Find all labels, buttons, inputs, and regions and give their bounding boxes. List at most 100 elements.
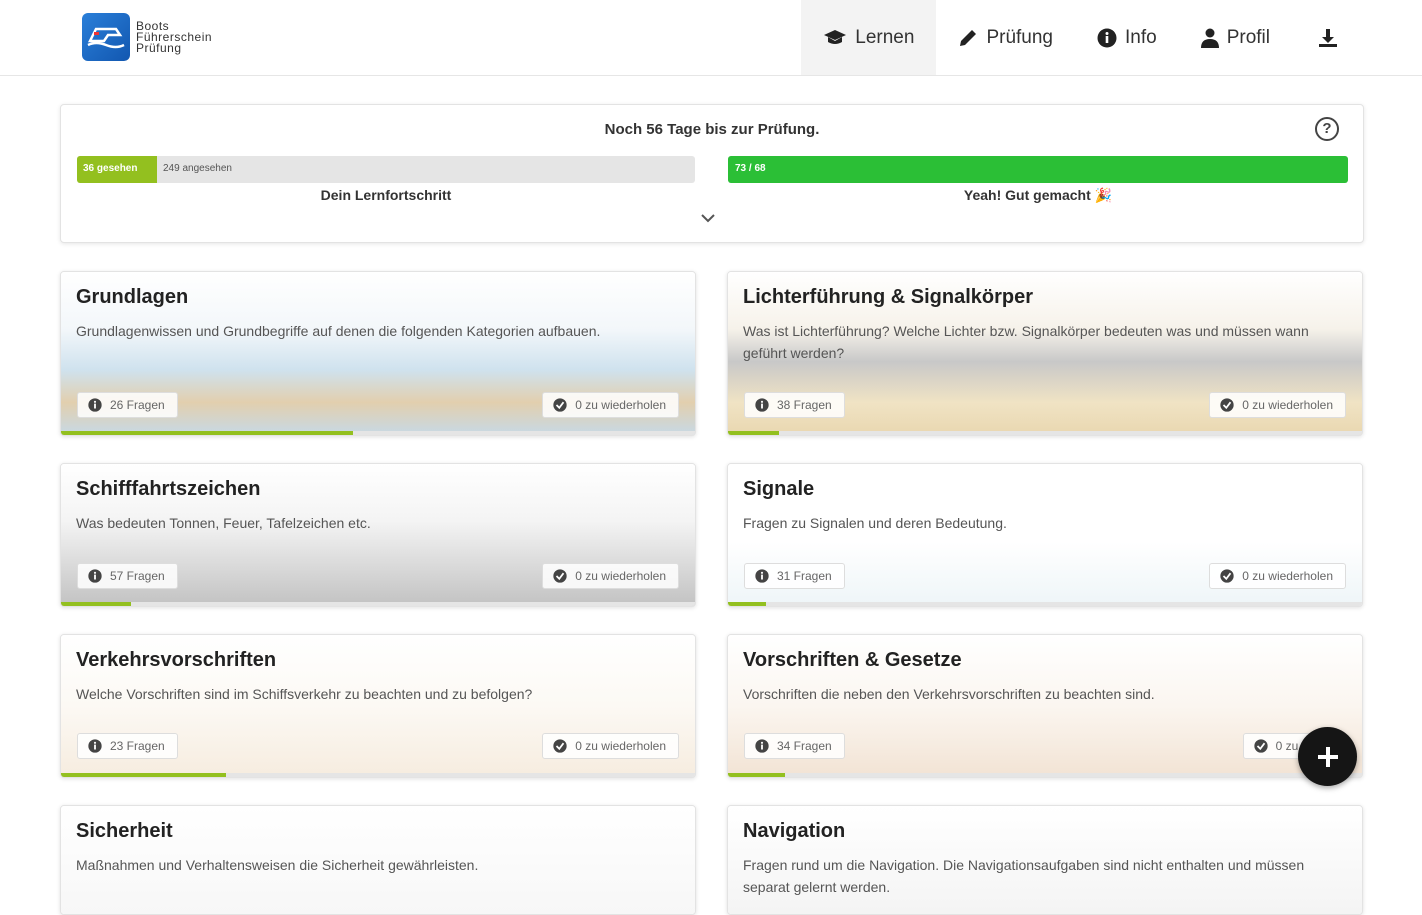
- category-progress-fill: [61, 431, 353, 435]
- nav-item-profil[interactable]: Profil: [1179, 0, 1292, 75]
- question-count-chip: 34 Fragen: [744, 733, 845, 759]
- question-count: 26 Fragen: [110, 398, 165, 412]
- category-progress-track: [728, 431, 1362, 435]
- pencil-icon: [960, 29, 977, 46]
- category-title: Navigation: [743, 820, 846, 842]
- nav-item-info[interactable]: Info: [1075, 0, 1179, 75]
- score-caption: Yeah! Gut gemacht 🎉: [963, 187, 1113, 203]
- logo-line: Prüfung: [136, 40, 182, 55]
- repeat-count: 0 zu wiederholen: [575, 569, 666, 583]
- question-count-chip: 57 Fragen: [77, 563, 178, 589]
- plus-icon: [1317, 746, 1338, 767]
- logo-text: Boots Führerschein Prüfung: [136, 20, 212, 55]
- check-circle-icon: [1220, 569, 1234, 583]
- category-progress-fill: [61, 773, 226, 777]
- question-count: 23 Fragen: [110, 739, 165, 753]
- question-count-chip: 26 Fragen: [77, 392, 178, 418]
- learn-caption: Dein Lernfortschritt: [320, 187, 452, 203]
- category-description: Was ist Lichterführung? Welche Lichter b…: [743, 323, 1309, 361]
- main-nav: Lernen Prüfung Info Profil: [801, 0, 1358, 75]
- category-description: Vorschriften die neben den Verkehrsvorsc…: [743, 686, 1155, 702]
- nav-label: Lernen: [855, 26, 915, 48]
- category-title: Grundlagen: [76, 286, 189, 308]
- category-card[interactable]: Verkehrsvorschriften Welche Vorschriften…: [60, 634, 696, 778]
- category-description: Grundlagenwissen und Grundbegriffe auf d…: [76, 323, 601, 339]
- info-circle-icon: [88, 398, 102, 412]
- chevron-down-icon[interactable]: [701, 213, 715, 223]
- score-progress-fill: [728, 156, 1348, 183]
- category-card[interactable]: Signale Fragen zu Signalen und deren Bed…: [727, 463, 1363, 607]
- category-progress-track: [728, 773, 1362, 777]
- question-count-chip: 31 Fragen: [744, 563, 845, 589]
- app-header: Boots Führerschein Prüfung Lernen Prüfun…: [0, 0, 1422, 76]
- category-progress-fill: [61, 602, 131, 606]
- category-card[interactable]: Vorschriften & Gesetze Vorschriften die …: [727, 634, 1363, 778]
- check-circle-icon: [553, 398, 567, 412]
- repeat-count: 0 zu wiederholen: [1242, 569, 1333, 583]
- check-circle-icon: [1220, 398, 1234, 412]
- user-icon: [1200, 28, 1219, 48]
- score-progress-bar: 73 / 68: [728, 156, 1348, 183]
- category-title: Verkehrsvorschriften: [76, 649, 277, 671]
- info-circle-icon: [88, 739, 102, 753]
- exam-progress-card: Noch 56 Tage bis zur Prüfung. ? 36 geseh…: [60, 104, 1364, 243]
- check-circle-icon: [1253, 739, 1268, 753]
- info-circle-icon: [755, 739, 769, 753]
- category-title: Vorschriften & Gesetze: [743, 649, 962, 671]
- info-circle-icon: [1097, 28, 1117, 47]
- learn-progress-bar: 36 gesehen 249 angesehen: [77, 156, 695, 183]
- category-title: Sicherheit: [76, 820, 173, 842]
- repeat-count: 0 zu wiederholen: [575, 739, 666, 753]
- category-description: Welche Vorschriften sind im Schiffsverke…: [76, 686, 533, 702]
- category-progress-fill: [728, 773, 786, 777]
- help-icon[interactable]: ?: [1315, 117, 1339, 141]
- nav-item-pruefung[interactable]: Prüfung: [936, 0, 1075, 75]
- question-count: 38 Fragen: [777, 398, 832, 412]
- category-description: Was bedeuten Tonnen, Feuer, Tafelzeichen…: [76, 515, 371, 531]
- nav-label: Profil: [1226, 26, 1270, 48]
- category-card[interactable]: Sicherheit Maßnahmen und Verhaltensweise…: [60, 805, 696, 915]
- graduation-cap-icon: [824, 29, 847, 44]
- repeat-count-chip: 0 zu wiederholen: [542, 733, 679, 759]
- info-circle-icon: [755, 569, 769, 583]
- question-count: 31 Fragen: [777, 569, 832, 583]
- category-title: Lichterführung & Signalkörper: [743, 286, 1034, 308]
- category-title: Schifffahrtszeichen: [76, 478, 261, 500]
- category-title: Signale: [743, 478, 815, 500]
- download-icon: [1319, 28, 1337, 47]
- category-card[interactable]: Lichterführung & Signalkörper Was ist Li…: [727, 271, 1363, 436]
- question-count: 57 Fragen: [110, 569, 165, 583]
- category-progress-track: [728, 602, 1362, 606]
- question-count-chip: 38 Fragen: [744, 392, 845, 418]
- info-circle-icon: [755, 398, 769, 412]
- viewed-count: 249 angesehen: [163, 163, 232, 174]
- app-logo[interactable]: Boots Führerschein Prüfung: [82, 13, 212, 61]
- nav-item-lernen[interactable]: Lernen: [801, 0, 937, 75]
- check-circle-icon: [553, 569, 567, 583]
- repeat-count-chip: 0 zu wiederholen: [1209, 392, 1346, 418]
- category-progress-fill: [728, 602, 767, 606]
- repeat-count-chip: 0 zu wiederholen: [1209, 563, 1346, 589]
- repeat-count-chip: 0 zu wiederholen: [542, 563, 679, 589]
- nav-label: Prüfung: [986, 26, 1053, 48]
- repeat-count: 0 zu wiederholen: [1242, 398, 1333, 412]
- category-card[interactable]: Schifffahrtszeichen Was bedeuten Tonnen,…: [60, 463, 696, 607]
- add-fab-button[interactable]: [1298, 727, 1357, 786]
- category-progress-fill: [728, 431, 779, 435]
- repeat-count: 0 zu wiederholen: [575, 398, 666, 412]
- category-description: Fragen zu Signalen und deren Bedeutung.: [743, 515, 1007, 531]
- info-circle-icon: [88, 569, 102, 583]
- category-description: Maßnahmen und Verhaltensweisen die Siche…: [76, 857, 479, 873]
- seen-count: 36 gesehen: [83, 163, 138, 174]
- check-circle-icon: [553, 739, 567, 753]
- question-count: 34 Fragen: [777, 739, 832, 753]
- category-card[interactable]: Navigation Fragen rund um die Navigation…: [727, 805, 1363, 915]
- category-progress-track: [61, 602, 695, 606]
- repeat-count-chip: 0 zu wiederholen: [542, 392, 679, 418]
- score-value: 73 / 68: [735, 163, 766, 174]
- boat-logo-icon: [82, 13, 130, 61]
- category-card[interactable]: Grundlagen Grundlagenwissen und Grundbeg…: [60, 271, 696, 436]
- days-until-exam: Noch 56 Tage bis zur Prüfung.: [604, 121, 820, 138]
- category-description: Fragen rund um die Navigation. Die Navig…: [743, 857, 1305, 895]
- download-button[interactable]: [1292, 0, 1358, 75]
